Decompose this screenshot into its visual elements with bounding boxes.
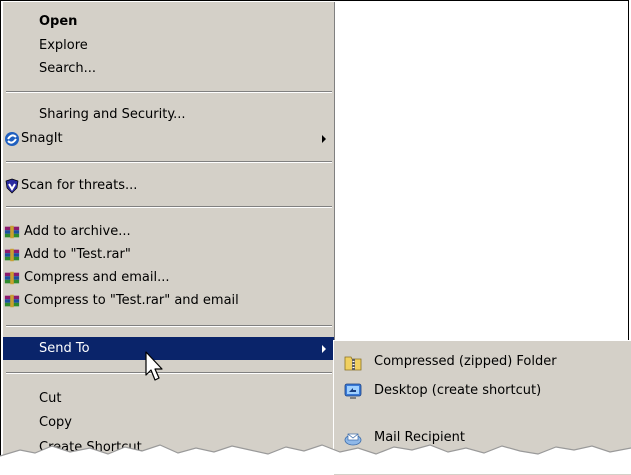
zip-folder-icon	[344, 356, 362, 371]
menu-item-cut[interactable]: Cut	[3, 387, 334, 410]
shield-icon	[5, 178, 19, 194]
submenu-item-label: Compressed (zipped) Folder	[374, 354, 557, 369]
menu-item-compress-email[interactable]: Compress and email...	[3, 266, 334, 289]
menu-item-label: Send To	[39, 341, 90, 356]
menu-item-label: Cut	[39, 391, 62, 406]
menu-item-label: Search...	[39, 61, 97, 76]
menu-item-label: Compress and email...	[24, 270, 170, 285]
menu-item-explore[interactable]: Explore	[3, 34, 334, 57]
menu-separator	[6, 161, 332, 163]
menu-item-label: Sharing and Security...	[39, 107, 186, 122]
menu-item-open[interactable]: Open	[3, 10, 334, 33]
menu-item-copy[interactable]: Copy	[3, 411, 334, 434]
menu-item-compress-test-rar-email[interactable]: Compress to "Test.rar" and email	[3, 289, 334, 312]
desktop-icon	[344, 383, 362, 399]
menu-separator	[6, 325, 332, 327]
winrar-icon	[4, 294, 20, 308]
menu-item-label: Add to "Test.rar"	[24, 247, 131, 262]
mouse-pointer-icon	[145, 351, 163, 381]
winrar-icon	[4, 271, 20, 285]
snagit-icon	[5, 132, 19, 146]
menu-item-add-archive[interactable]: Add to archive...	[3, 220, 334, 243]
menu-item-send-to[interactable]: Send To	[3, 337, 334, 360]
menu-item-sharing-security[interactable]: Sharing and Security...	[3, 103, 334, 126]
menu-separator	[6, 372, 332, 374]
menu-separator	[6, 91, 332, 93]
menu-item-label: Compress to "Test.rar" and email	[24, 293, 239, 308]
menu-item-label: Copy	[39, 415, 72, 430]
submenu-item-label: Desktop (create shortcut)	[374, 383, 542, 398]
menu-item-label: Add to archive...	[24, 224, 131, 239]
submenu-arrow-icon	[322, 135, 326, 143]
context-menu: Open Explore Search... Sharing and Secur…	[3, 2, 335, 474]
menu-item-snagit[interactable]: SnagIt	[3, 127, 334, 150]
menu-separator	[6, 206, 332, 208]
submenu-item-desktop-shortcut[interactable]: Desktop (create shortcut)	[334, 378, 631, 404]
menu-item-label: Scan for threats...	[21, 178, 138, 193]
menu-item-label: Explore	[39, 38, 88, 53]
menu-item-add-test-rar[interactable]: Add to "Test.rar"	[3, 243, 334, 266]
submenu-item-compressed-folder[interactable]: Compressed (zipped) Folder	[334, 349, 631, 375]
menu-item-label: SnagIt	[21, 131, 63, 146]
menu-item-search[interactable]: Search...	[3, 57, 334, 80]
submenu-arrow-icon	[322, 345, 326, 353]
torn-edge-effect	[0, 444, 631, 474]
menu-item-scan-threats[interactable]: Scan for threats...	[3, 174, 334, 197]
menu-item-label: Open	[39, 14, 78, 29]
winrar-icon	[4, 225, 20, 239]
winrar-icon	[4, 248, 20, 262]
